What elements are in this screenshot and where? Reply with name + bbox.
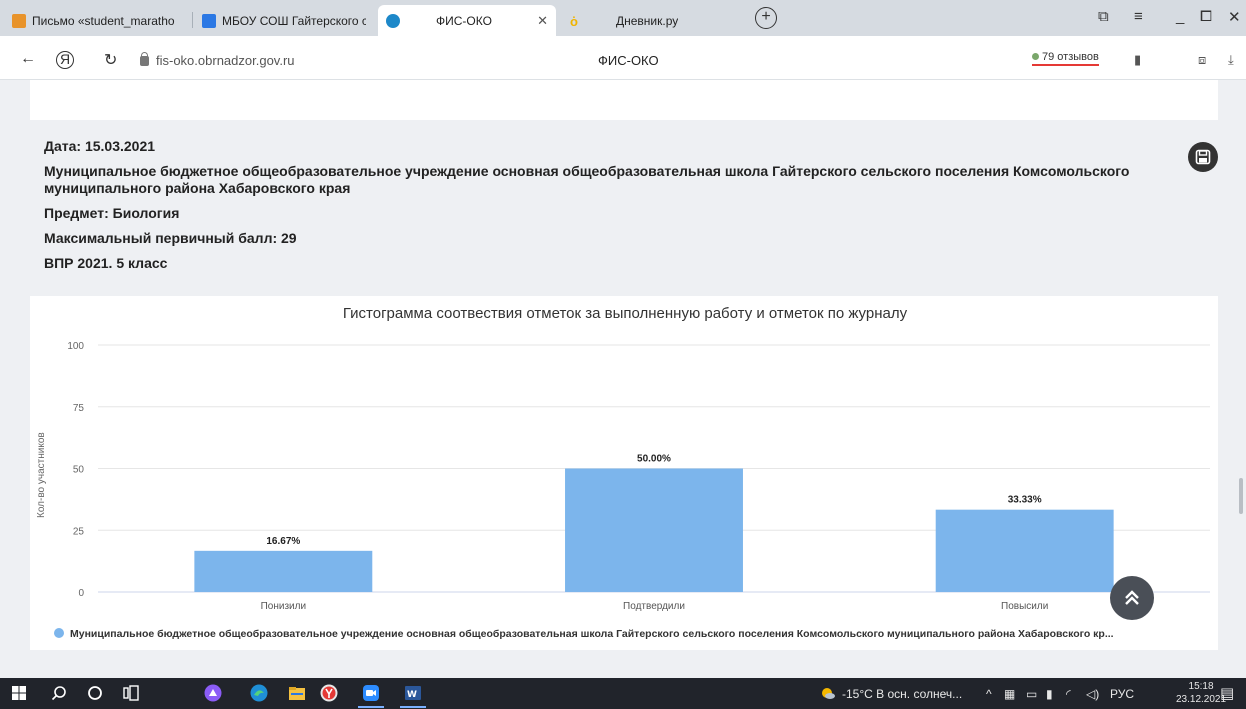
battery-icon[interactable]: ▭ xyxy=(1026,687,1037,701)
double-chevron-up-icon xyxy=(1125,590,1139,605)
x-tick-label: Подтвердили xyxy=(623,601,685,612)
bar-2[interactable] xyxy=(565,468,743,593)
data-label: 33.33% xyxy=(1008,495,1042,506)
yandex-browser-icon[interactable] xyxy=(320,684,338,702)
svg-text:W: W xyxy=(407,690,417,700)
volume-icon[interactable]: ◁) xyxy=(1086,687,1099,701)
active-app-indicator xyxy=(400,706,426,708)
x-tick-label: Понизили xyxy=(261,601,306,612)
legend-swatch xyxy=(54,628,64,638)
weather-sun-icon[interactable] xyxy=(820,685,836,701)
bar-1[interactable] xyxy=(194,550,373,592)
bar-chart: 0 25 50 75 100 16.67% Понизили 50.00% Подтвердил… xyxy=(67,341,1210,612)
taskbar: W -15°C В осн. солнеч... ^ ▦ ▭ ▮ ◜ ◁) РУ… xyxy=(0,678,1246,709)
y-tick-label: 100 xyxy=(67,341,84,352)
windows-start-icon[interactable] xyxy=(10,684,28,702)
file-explorer-icon[interactable] xyxy=(288,684,306,702)
search-icon[interactable] xyxy=(50,684,68,702)
weather-text[interactable]: -15°C В осн. солнеч... xyxy=(842,687,962,701)
wifi-icon[interactable]: ◜ xyxy=(1066,687,1071,701)
language-indicator[interactable]: РУС xyxy=(1110,687,1134,701)
chart-legend[interactable]: Муниципальное бюджетное общеобразователь… xyxy=(54,628,1114,640)
scroll-to-top-button[interactable] xyxy=(1110,576,1154,620)
zoom-icon[interactable] xyxy=(362,684,380,702)
cortana-icon[interactable] xyxy=(86,684,104,702)
tray-chevron-up-icon[interactable]: ^ xyxy=(986,687,992,701)
y-tick-label: 25 xyxy=(73,526,85,537)
active-app-indicator xyxy=(358,706,384,708)
alice-icon[interactable] xyxy=(204,684,222,702)
y-tick-label: 75 xyxy=(73,403,85,414)
microphone-icon[interactable]: ▮ xyxy=(1046,687,1053,701)
y-axis-label: Кол-во участников xyxy=(36,432,47,518)
task-view-icon[interactable] xyxy=(122,684,140,702)
x-tick-label: Повысили xyxy=(1001,601,1048,612)
y-tick-label: 50 xyxy=(73,465,85,476)
bar-3[interactable] xyxy=(935,509,1114,592)
data-label: 50.00% xyxy=(637,454,671,465)
y-tick-label: 0 xyxy=(78,588,84,599)
notifications-icon[interactable]: ▤ xyxy=(1220,684,1234,702)
edge-icon[interactable] xyxy=(250,684,268,702)
data-label: 16.67% xyxy=(266,536,300,547)
word-icon[interactable]: W xyxy=(404,684,422,702)
scrollbar-thumb[interactable] xyxy=(1239,478,1243,514)
network-icon[interactable]: ▦ xyxy=(1004,687,1015,701)
taskbar-clock[interactable]: 15:18 23.12.2021 xyxy=(1176,680,1226,706)
